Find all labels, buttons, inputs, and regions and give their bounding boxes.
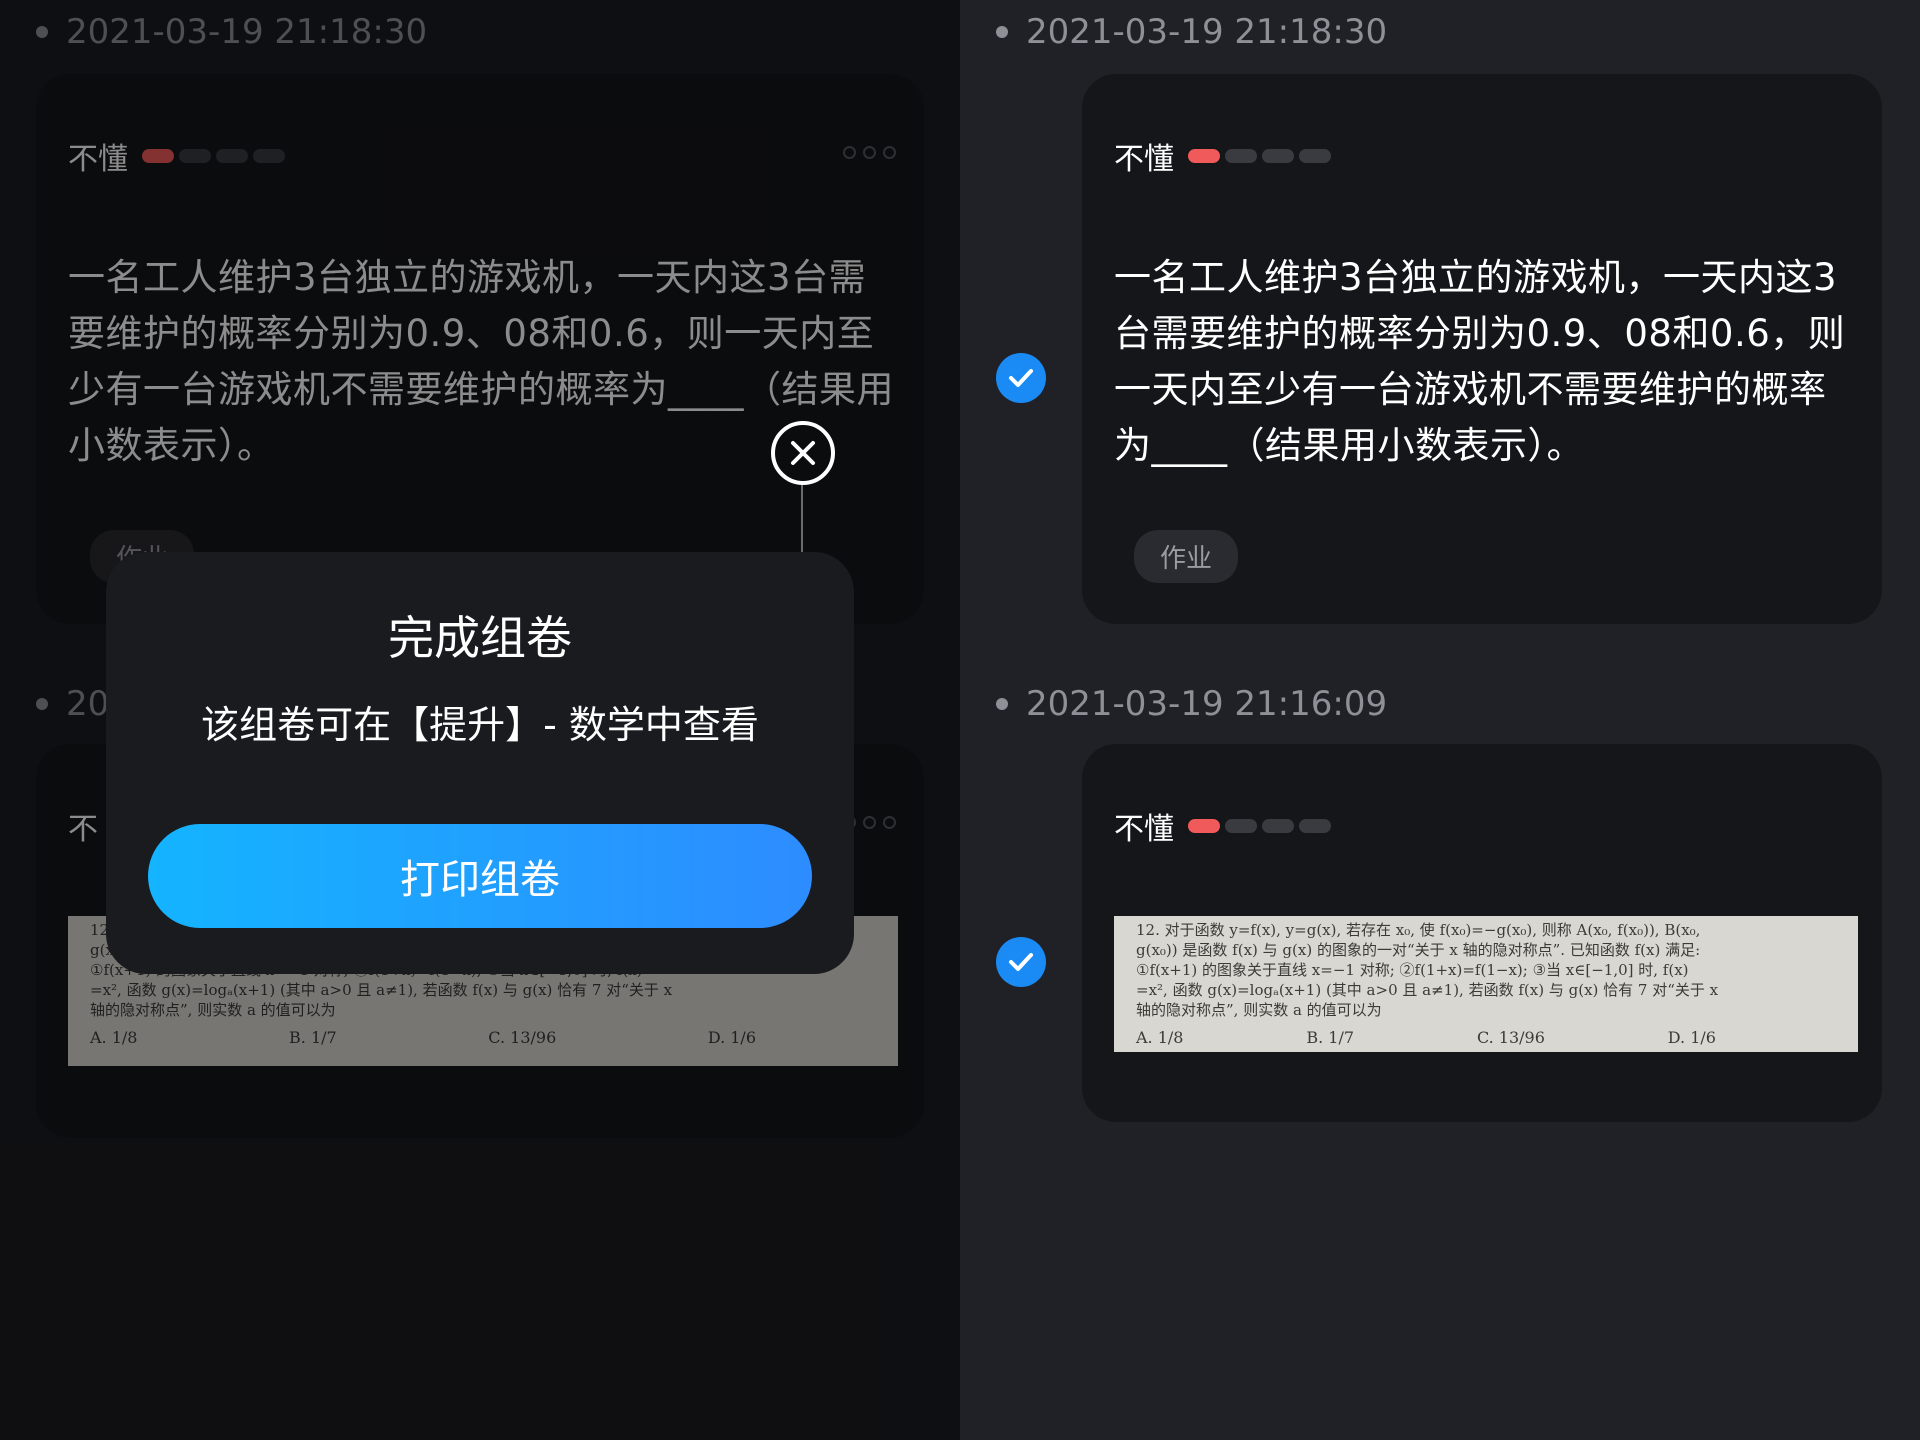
photo-choices: A. 1/8 B. 1/7 C. 13/96 D. 1/6 [1136, 1028, 1716, 1047]
completion-dialog: 完成组卷 该组卷可在【提升】- 数学中查看 打印组卷 [106, 552, 854, 974]
source-tag: 作业 [1134, 530, 1239, 583]
understanding-status: 不懂 [1114, 134, 1336, 178]
checkbox-checked-icon[interactable] [996, 937, 1046, 987]
timeline-dot [996, 26, 1008, 38]
entry-timestamp: 2021-03-19 21:18:30 [996, 12, 1387, 52]
print-paper-button[interactable]: 打印组卷 [148, 824, 812, 928]
question-photo: 12. 对于函数 y=f(x), y=g(x), 若存在 x₀, 使 f(x₀)… [1114, 916, 1858, 1052]
right-panel: 2021-03-19 21:18:30 不懂 一名工人维护3台独立的游戏机，一天… [960, 0, 1920, 1440]
close-connector-line [801, 485, 803, 555]
close-circle-icon[interactable] [771, 421, 835, 485]
level-indicator [1188, 819, 1336, 833]
question-card[interactable]: 不懂 12. 对于函数 y=f(x), y=g(x), 若存在 x₀, 使 f(… [1082, 744, 1882, 1122]
dialog-title: 完成组卷 [388, 611, 572, 665]
left-panel: 2021-03-19 21:18:30 不懂 一名工人维护3台独立的游戏机，一天… [0, 0, 960, 1440]
understanding-status: 不懂 [1114, 804, 1336, 848]
question-text: 一名工人维护3台独立的游戏机，一天内这3台需要维护的概率分别为0.9、08和0.… [1114, 256, 1846, 467]
entry-timestamp: 2021-03-19 21:16:09 [996, 684, 1387, 724]
dialog-message: 该组卷可在【提升】- 数学中查看 [201, 703, 759, 747]
checkbox-checked-icon[interactable] [996, 353, 1046, 403]
level-indicator [1188, 149, 1336, 163]
timeline-dot [996, 698, 1008, 710]
question-card[interactable]: 不懂 一名工人维护3台独立的游戏机，一天内这3台需要维护的概率分别为0.9、08… [1082, 74, 1882, 624]
